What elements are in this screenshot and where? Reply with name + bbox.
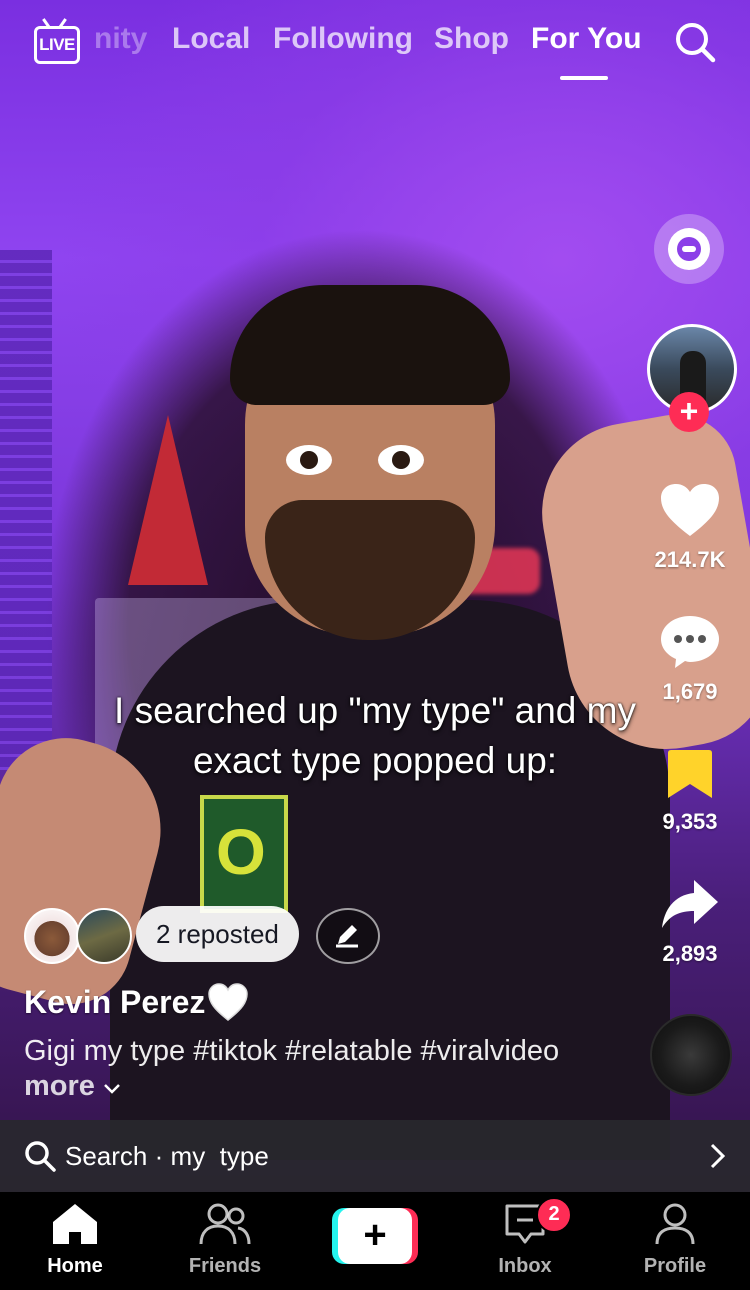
friends-icon [199,1203,251,1245]
edit-repost-button[interactable] [316,908,380,964]
home-icon [53,1204,97,1244]
video-person-eye [378,445,424,475]
video-person-hair [230,285,510,405]
video-background-pennant [128,415,208,585]
chevron-right-icon [710,1143,726,1169]
like-count: 214.7K [654,547,726,572]
plus-icon: + [338,1208,412,1264]
chevron-down-icon [104,1084,120,1094]
inbox-badge: 2 [536,1197,572,1233]
live-tv-icon[interactable]: LIVE [32,18,80,64]
search-icon[interactable] [673,20,717,64]
ai-chat-button[interactable] [654,214,724,284]
tab-community[interactable]: nity [94,22,147,56]
reposter-avatar[interactable] [24,908,80,964]
comment-bubble-icon [661,616,719,668]
description-text: Gigi my type #tiktok #relatable #viralvi… [24,1035,560,1067]
related-search-text: Search · my type [65,1141,269,1171]
search-icon [25,1141,56,1172]
bottom-nav: Home Friends + Inbox Profile [0,1192,750,1290]
tab-following[interactable]: Following [273,22,413,56]
comment-button[interactable]: 1,679 [640,614,740,705]
follow-plus-button[interactable]: + [669,392,709,432]
video-caption: I searched up "my type" and my exact typ… [114,690,636,781]
comment-count: 1,679 [662,679,718,704]
related-search-bar[interactable]: Search · my type [0,1120,750,1192]
reposter-avatar[interactable] [76,908,132,964]
top-nav: LIVE nity Local Following Shop For You [0,0,750,90]
active-tab-indicator [560,76,608,80]
share-count: 2,893 [662,941,718,966]
tab-for-you[interactable]: For You [531,22,642,56]
like-button[interactable]: 214.7K [640,482,740,573]
more-link[interactable]: more [24,1070,121,1102]
author-name[interactable]: Kevin Perez [24,984,205,1021]
heart-icon [661,484,719,536]
video-feed-screen[interactable]: O I searched up "my type" and my exact t… [0,0,750,1290]
profile-icon [655,1203,695,1245]
reposted-label[interactable]: 2 reposted [136,906,299,962]
nav-friends[interactable]: Friends [170,1202,280,1278]
video-person-eye [286,445,332,475]
share-button[interactable]: 2,893 [640,878,740,967]
music-disc-icon[interactable] [650,1014,732,1096]
bookmark-icon [668,750,712,798]
chat-face-icon [668,228,710,270]
pencil-icon [336,925,358,948]
video-shirt-logo: O [200,795,288,913]
create-button[interactable]: + [332,1208,418,1264]
tab-local[interactable]: Local [172,22,250,56]
white-heart-emoji-icon [208,983,248,1021]
video-background-blinds [0,250,52,770]
post-description[interactable]: Gigi my type #tiktok #relatable #viralvi… [24,1034,624,1104]
bookmark-count: 9,353 [662,809,718,834]
tab-shop[interactable]: Shop [434,22,509,56]
nav-home[interactable]: Home [20,1202,130,1278]
share-arrow-icon [662,880,718,928]
bookmark-button[interactable]: 9,353 [640,748,740,835]
nav-profile[interactable]: Profile [620,1202,730,1278]
